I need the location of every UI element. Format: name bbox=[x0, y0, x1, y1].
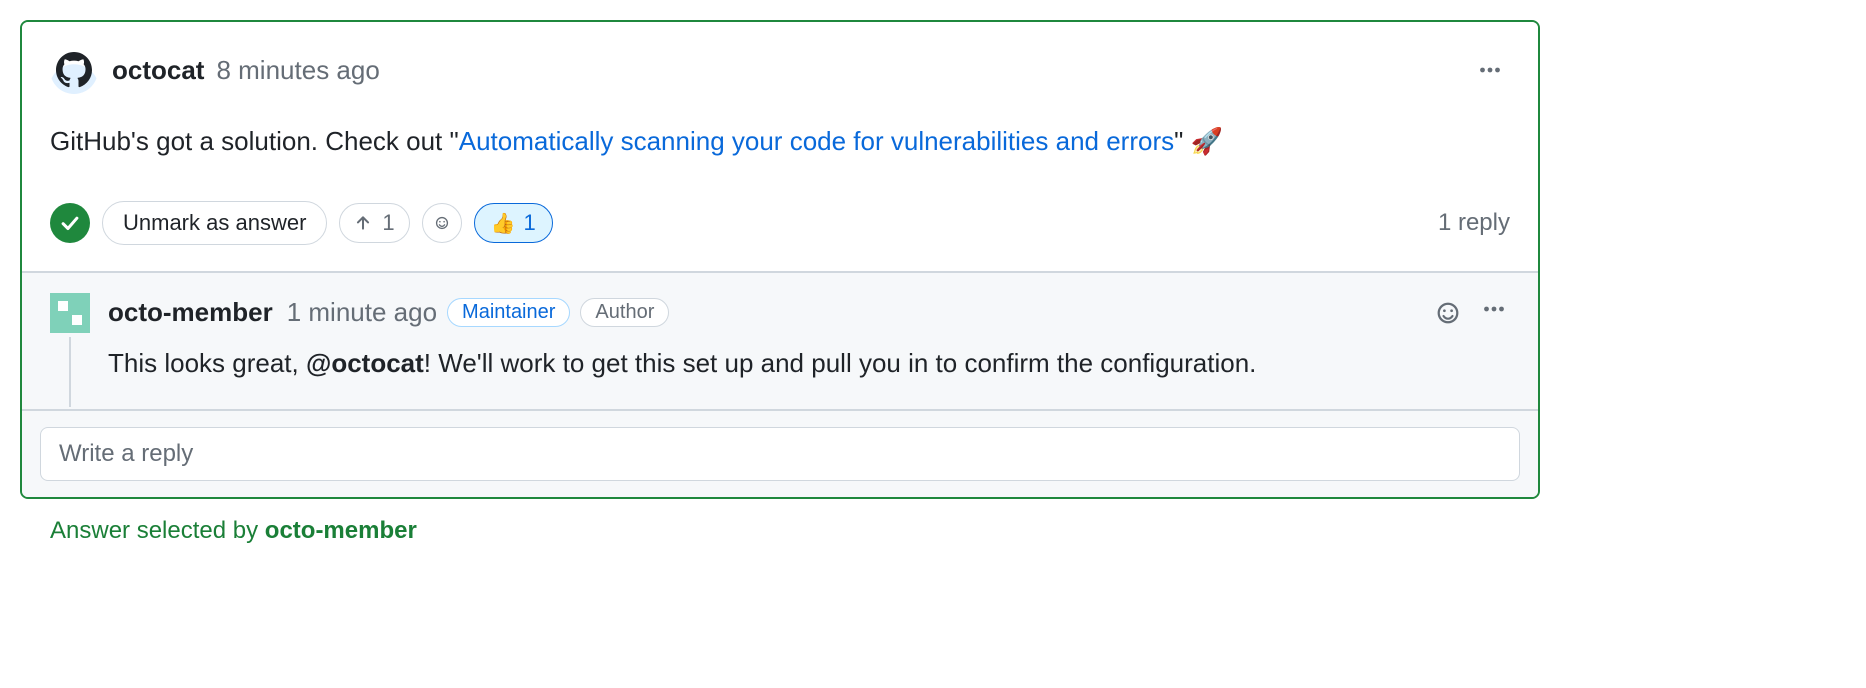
answer-section: octocat 8 minutes ago GitHub's got a sol… bbox=[22, 22, 1538, 271]
answer-menu-button[interactable] bbox=[1470, 54, 1510, 86]
answer-check-badge bbox=[50, 203, 90, 243]
thumbs-up-icon: 👍 bbox=[491, 211, 516, 236]
answer-header: octocat 8 minutes ago bbox=[50, 46, 1510, 94]
answer-body: GitHub's got a solution. Check out "Auto… bbox=[50, 122, 1510, 161]
reply-count[interactable]: 1 reply bbox=[1438, 209, 1510, 237]
answer-text-suffix: " bbox=[1174, 126, 1190, 156]
reply-content: octo-member 1 minute ago Maintainer Auth… bbox=[108, 293, 1510, 383]
upvote-count: 1 bbox=[382, 210, 394, 236]
selected-by-label: Answer selected by bbox=[50, 517, 265, 544]
upvote-button[interactable]: 1 bbox=[339, 203, 409, 243]
answer-author-avatar[interactable] bbox=[50, 46, 98, 94]
reaction-count: 1 bbox=[524, 210, 536, 236]
reply-timestamp[interactable]: 1 minute ago bbox=[287, 297, 437, 328]
answer-link[interactable]: Automatically scanning your code for vul… bbox=[459, 126, 1174, 156]
answer-card: octocat 8 minutes ago GitHub's got a sol… bbox=[20, 20, 1540, 499]
add-reaction-button[interactable] bbox=[422, 203, 462, 243]
unmark-answer-button[interactable]: Unmark as answer bbox=[102, 201, 327, 245]
smiley-icon bbox=[1436, 301, 1460, 325]
octocat-icon bbox=[56, 52, 92, 88]
reply-actions bbox=[1432, 293, 1510, 332]
reply-add-reaction-button[interactable] bbox=[1432, 297, 1464, 329]
answer-timestamp[interactable]: 8 minutes ago bbox=[216, 55, 379, 86]
smiley-icon bbox=[431, 212, 453, 234]
reply-author-name[interactable]: octo-member bbox=[108, 297, 273, 328]
answer-text-prefix: GitHub's got a solution. Check out " bbox=[50, 126, 459, 156]
arrow-up-icon bbox=[354, 214, 372, 232]
thumbs-up-reaction[interactable]: 👍 1 bbox=[474, 203, 553, 243]
answer-footer: Unmark as answer 1 👍 1 1 reply bbox=[50, 201, 1510, 245]
thread-line bbox=[69, 337, 71, 407]
reply-section: octo-member 1 minute ago Maintainer Auth… bbox=[22, 271, 1538, 409]
reply-avatar-wrap bbox=[50, 293, 108, 383]
reply-author-avatar[interactable] bbox=[50, 293, 90, 333]
kebab-icon bbox=[1478, 58, 1502, 82]
rocket-icon: 🚀 bbox=[1191, 126, 1223, 156]
answer-selected-by: Answer selected by octo-member bbox=[20, 517, 1846, 545]
maintainer-badge: Maintainer bbox=[447, 298, 570, 327]
kebab-icon bbox=[1482, 297, 1506, 321]
compose-section bbox=[22, 409, 1538, 497]
reply-mention[interactable]: @octocat bbox=[306, 348, 424, 378]
author-badge: Author bbox=[580, 298, 669, 327]
check-icon bbox=[59, 212, 81, 234]
answer-author-name[interactable]: octocat bbox=[112, 55, 204, 86]
reply-menu-button[interactable] bbox=[1478, 293, 1510, 332]
reply-input[interactable] bbox=[40, 427, 1520, 481]
selected-by-user[interactable]: octo-member bbox=[265, 517, 417, 544]
reply-body: This looks great, @octocat! We'll work t… bbox=[108, 344, 1510, 383]
reply-text-after: ! We'll work to get this set up and pull… bbox=[424, 348, 1257, 378]
reply-text-before: This looks great, bbox=[108, 348, 306, 378]
reply-header: octo-member 1 minute ago Maintainer Auth… bbox=[108, 293, 1510, 332]
